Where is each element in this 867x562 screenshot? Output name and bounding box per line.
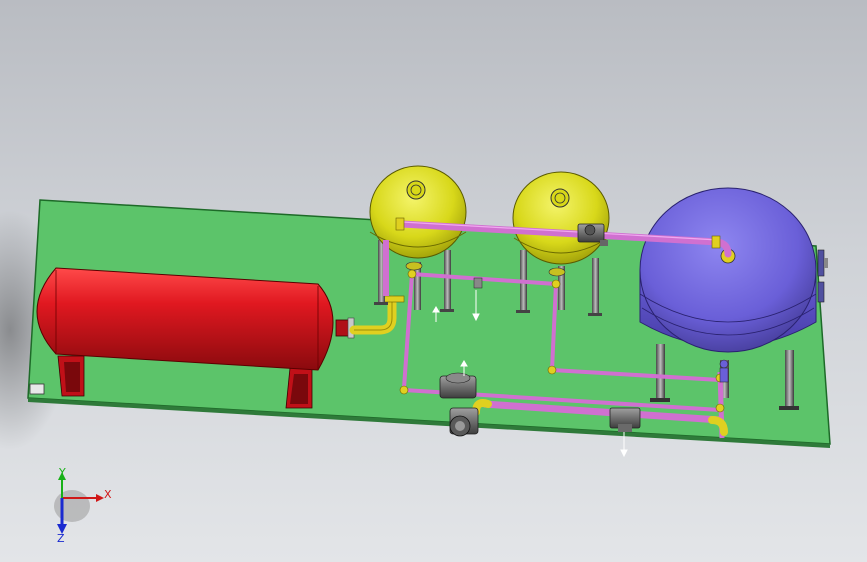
filter-tank-1-manhole[interactable]: [406, 180, 426, 200]
triad-z-label: Z: [57, 532, 65, 545]
axis-triad[interactable]: X Y Z: [54, 466, 112, 545]
tank-saddle-right: [285, 367, 313, 409]
outlet-valve[interactable]: [609, 407, 641, 432]
blue-tank-gauge[interactable]: [719, 359, 729, 383]
pressure-gauge[interactable]: [473, 277, 483, 289]
filter-tank-2-body: [512, 171, 610, 265]
triad-y-label: Y: [58, 466, 66, 479]
triad-x-label: X: [104, 488, 112, 501]
blue-tank-dome: [639, 187, 817, 353]
cad-viewport[interactable]: X Y Z: [0, 0, 867, 562]
tank-saddle-left: [57, 355, 85, 397]
tank-body: [36, 267, 334, 371]
junction-box[interactable]: [29, 383, 45, 395]
triad-sphere: [54, 490, 90, 522]
filter-tank-2-manhole[interactable]: [550, 188, 570, 208]
blue-tank-side-fittings[interactable]: [817, 249, 828, 303]
